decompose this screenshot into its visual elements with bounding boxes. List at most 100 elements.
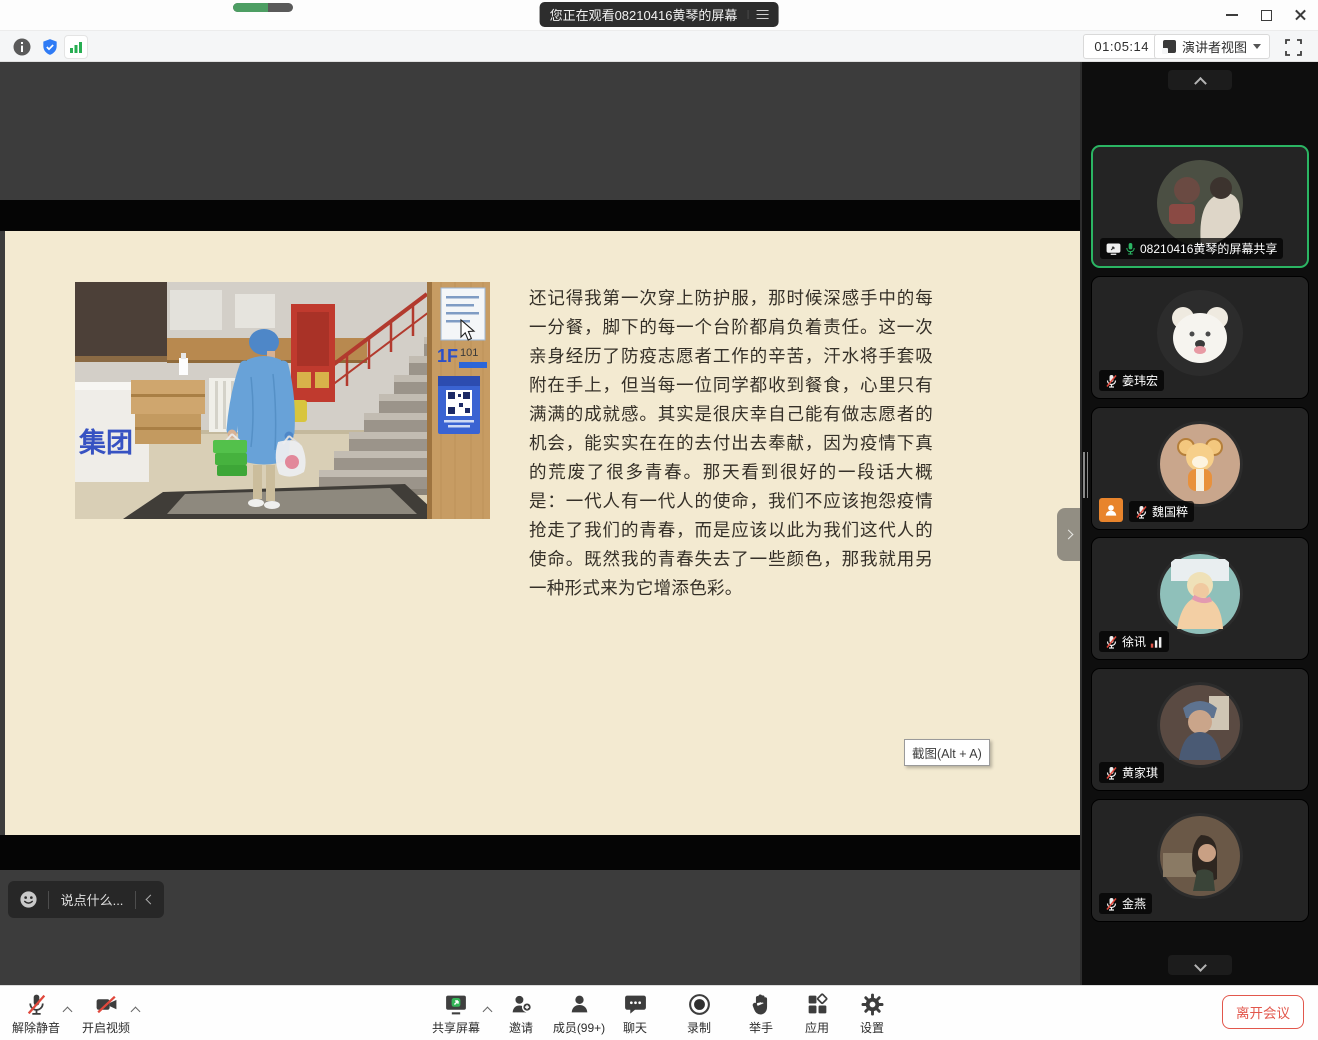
chat-button[interactable]: 聊天: [610, 992, 660, 1036]
raise-hand-button[interactable]: 举手: [736, 992, 786, 1036]
mic-muted-icon: [1105, 635, 1118, 649]
scroll-up-button[interactable]: [1168, 70, 1232, 90]
mic-muted-icon: [1105, 766, 1118, 780]
participants-sidebar: 08210416黄琴的屏幕共享 姜玮宏 魏国粹: [1080, 62, 1318, 985]
slide-paragraph: 还记得我第一次穿上防护服，那时候深感手中的每一分餐，脚下的每一个台阶都肩负着责任…: [529, 284, 933, 603]
participant-name: 魏国粹: [1152, 503, 1188, 520]
participant-tile[interactable]: 魏国粹: [1091, 407, 1309, 530]
chevron-left-icon: [145, 895, 155, 905]
chat-collapse-button[interactable]: [136, 896, 164, 903]
avatar: [1157, 551, 1243, 637]
sidebar-expand-handle[interactable]: [1057, 508, 1080, 561]
letterbox-top: [0, 200, 1080, 231]
fullscreen-button[interactable]: [1281, 35, 1306, 60]
unmute-label: 解除静音: [12, 1019, 60, 1036]
share-screen-icon: [443, 992, 469, 1017]
chevron-up-icon: [131, 1007, 141, 1017]
apps-button[interactable]: 应用: [792, 992, 842, 1036]
scroll-down-button[interactable]: [1168, 955, 1232, 975]
shared-screen-area: 集团: [0, 62, 1080, 985]
close-button[interactable]: [1290, 5, 1310, 25]
chevron-down-icon: [1253, 44, 1261, 49]
title-bar: 您正在观看08210416黄琴的屏幕: [0, 0, 1318, 30]
members-label: 成员(99+): [553, 1019, 605, 1036]
chevron-down-icon: [1194, 959, 1207, 972]
avatar: [1157, 160, 1243, 246]
raise-hand-icon: [749, 992, 774, 1017]
mic-muted-icon: [1105, 374, 1118, 388]
window-controls: [1222, 5, 1310, 25]
record-button[interactable]: 录制: [674, 992, 724, 1036]
chevron-up-icon: [483, 1007, 493, 1017]
participant-name-label: 08210416黄琴的屏幕共享: [1100, 238, 1283, 259]
security-shield-icon[interactable]: [38, 35, 62, 59]
slide-photo: 集团: [75, 282, 490, 519]
avatar: [1157, 421, 1243, 507]
raise-hand-label: 举手: [749, 1019, 773, 1036]
emoji-icon[interactable]: [8, 890, 48, 909]
participant-tile-sharing[interactable]: 08210416黄琴的屏幕共享: [1091, 145, 1309, 268]
host-badge-icon: [1099, 498, 1123, 522]
floor-sign: 1F: [437, 346, 458, 366]
share-screen-button[interactable]: 共享屏幕: [428, 992, 484, 1036]
view-mode-selector[interactable]: 演讲者视图: [1154, 34, 1270, 59]
watching-banner-label: 您正在观看08210416黄琴的屏幕: [550, 5, 738, 24]
participant-tile[interactable]: 金燕: [1091, 799, 1309, 922]
room-sign: 101: [460, 347, 478, 359]
start-video-label: 开启视频: [82, 1019, 130, 1036]
chat-input-placeholder[interactable]: 说点什么...: [49, 890, 135, 909]
participant-tile[interactable]: 黄家琪: [1091, 668, 1309, 791]
start-video-button[interactable]: 开启视频: [78, 992, 134, 1036]
participant-name: 黄家琪: [1122, 764, 1158, 781]
status-bar: 01:05:14 演讲者视图: [0, 30, 1318, 62]
screenshot-tooltip: 截图(Alt + A): [904, 739, 990, 766]
camera-off-icon: [94, 992, 119, 1017]
participant-name-label: 姜玮宏: [1099, 370, 1164, 391]
chevron-up-icon: [63, 1007, 73, 1017]
meeting-window: 您正在观看08210416黄琴的屏幕 01:05:14 演讲者视图: [0, 0, 1318, 1040]
invite-button[interactable]: 邀请: [496, 992, 546, 1036]
chat-input-bar[interactable]: 说点什么...: [8, 881, 164, 918]
window-drag-pill-fill: [233, 3, 268, 12]
chat-icon: [623, 992, 648, 1017]
participant-name-label: 黄家琪: [1099, 762, 1164, 783]
minimize-button[interactable]: [1222, 5, 1242, 25]
record-icon: [687, 992, 712, 1017]
participant-tile[interactable]: 姜玮宏: [1091, 276, 1309, 399]
settings-label: 设置: [860, 1019, 884, 1036]
meeting-timer: 01:05:14: [1083, 34, 1160, 59]
mic-muted-icon: [1135, 505, 1148, 519]
counter-text: 集团: [78, 427, 133, 458]
watching-banner[interactable]: 您正在观看08210416黄琴的屏幕: [540, 2, 779, 27]
apps-label: 应用: [805, 1019, 829, 1036]
banner-menu-icon[interactable]: [747, 10, 768, 20]
avatar: [1157, 813, 1243, 899]
maximize-button[interactable]: [1256, 5, 1276, 25]
unmute-button[interactable]: 解除静音: [8, 992, 64, 1036]
participant-tile[interactable]: 徐讯: [1091, 537, 1309, 660]
members-icon: [567, 992, 592, 1017]
participant-name-label: 徐讯: [1099, 631, 1169, 652]
screen-share-icon: [1106, 243, 1121, 255]
control-bar: 解除静音 开启视频 共享屏幕 邀请 成员(99+) 聊天 录制: [0, 985, 1318, 1040]
apps-icon: [805, 992, 830, 1017]
sidebar-resize-handle[interactable]: [1083, 452, 1088, 498]
meeting-info-icon[interactable]: [10, 35, 34, 59]
invite-icon: [509, 992, 534, 1017]
participant-name-label: 金燕: [1099, 893, 1152, 914]
participant-name-label: 魏国粹: [1129, 501, 1194, 522]
share-options-caret[interactable]: [484, 1008, 491, 1015]
chat-label: 聊天: [623, 1019, 647, 1036]
members-button[interactable]: 成员(99+): [546, 992, 612, 1036]
video-options-caret[interactable]: [132, 1008, 139, 1015]
gear-icon: [860, 992, 885, 1017]
view-mode-label: 演讲者视图: [1182, 37, 1247, 56]
weak-signal-icon: [1150, 636, 1163, 648]
leave-meeting-button[interactable]: 离开会议: [1222, 995, 1304, 1029]
presentation-slide: 集团: [5, 231, 1080, 835]
mic-on-icon: [1125, 242, 1136, 255]
unmute-options-caret[interactable]: [64, 1008, 71, 1015]
network-quality-icon[interactable]: [64, 35, 88, 59]
settings-button[interactable]: 设置: [847, 992, 897, 1036]
participant-name: 金燕: [1122, 895, 1146, 912]
